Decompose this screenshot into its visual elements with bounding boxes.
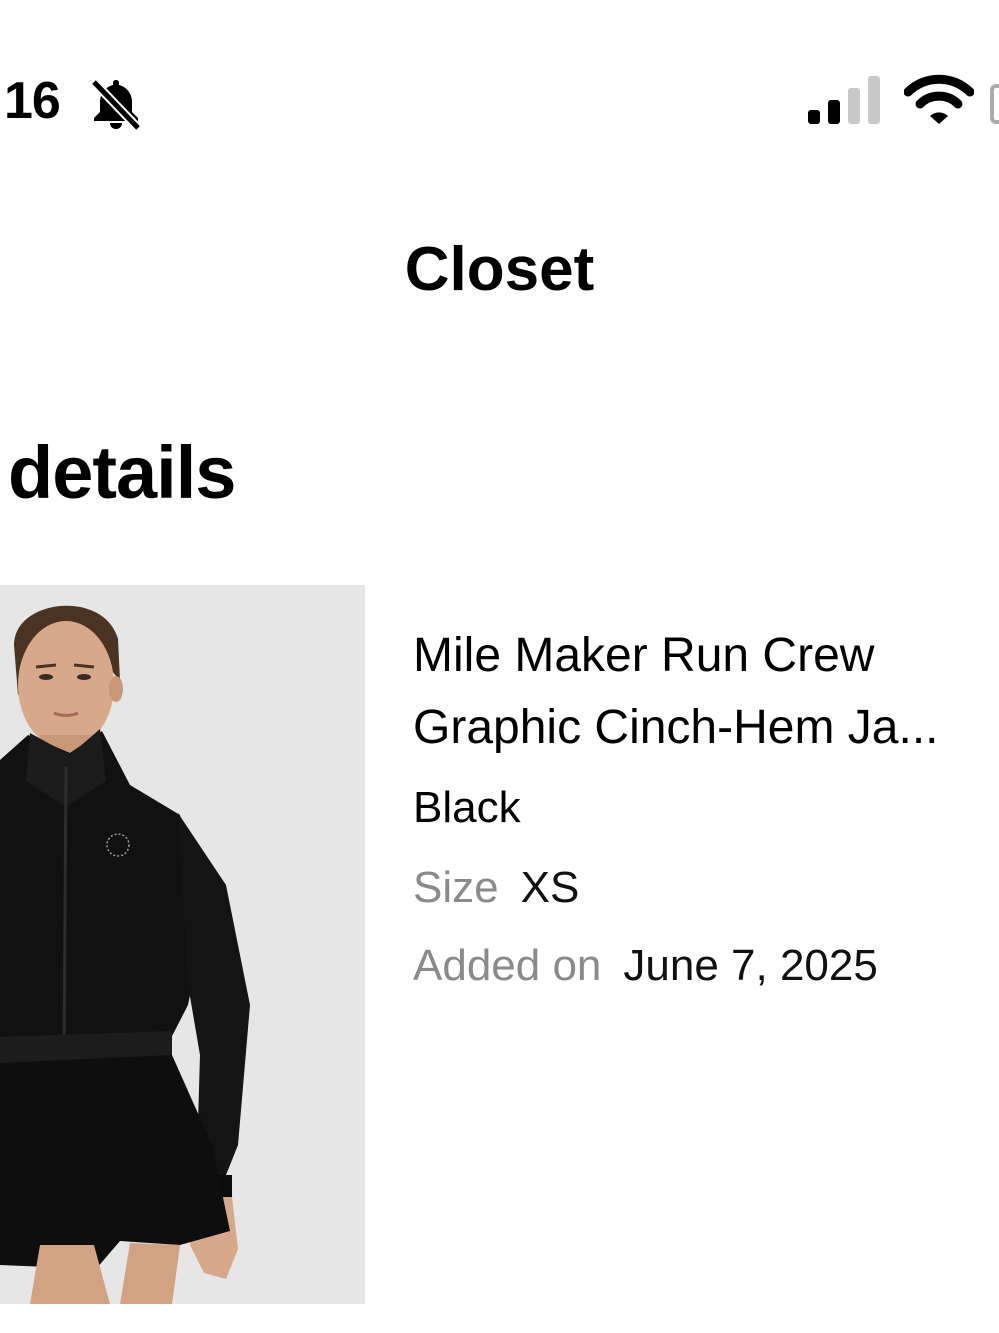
added-date-row: Added on June 7, 2025 (413, 936, 878, 996)
added-on-label: Added on (413, 941, 602, 990)
size-row: Size XS (413, 858, 579, 918)
section-heading: details (8, 431, 236, 514)
page-title: Closet (404, 235, 595, 304)
size-label: Size (413, 863, 499, 912)
product-name-line2: Graphic Cinch-Hem Ja... (413, 701, 939, 754)
cellular-signal-icon (808, 76, 880, 124)
status-bar: 16 (0, 0, 999, 160)
bell-slash-icon (90, 78, 142, 130)
status-time: 16 (4, 72, 61, 130)
product-color: Black (413, 783, 521, 832)
product-name-line1: Mile Maker Run Crew (413, 629, 875, 682)
size-value: XS (520, 863, 580, 912)
battery-icon (990, 84, 999, 124)
product-name[interactable]: Mile Maker Run Crew Graphic Cinch-Hem Ja… (413, 620, 999, 764)
product-photo-illustration (0, 585, 365, 1304)
wifi-icon (904, 74, 974, 124)
added-on-value: June 7, 2025 (623, 941, 878, 990)
product-image[interactable] (0, 585, 365, 1304)
